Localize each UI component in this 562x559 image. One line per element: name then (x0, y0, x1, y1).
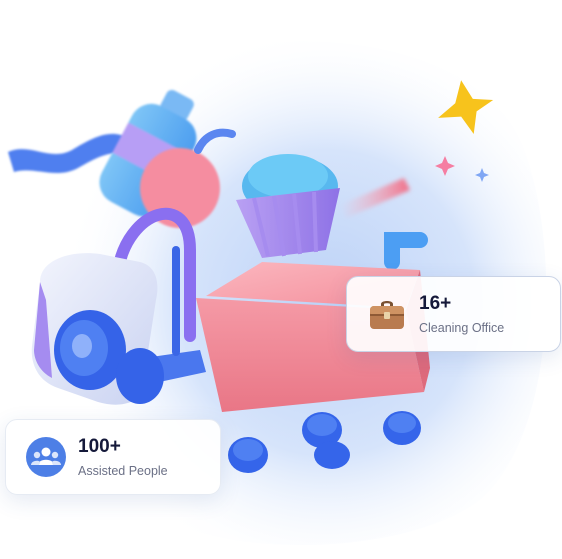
stat-card-cleaning-office: 16+ Cleaning Office (346, 276, 561, 352)
stat-card-assisted-people: 100+ Assisted People (5, 419, 221, 495)
office-label: Cleaning Office (419, 320, 505, 335)
briefcase-icon (370, 301, 404, 329)
people-label: Assisted People (78, 463, 168, 478)
office-count: 16+ (419, 292, 452, 314)
people-count: 100+ (78, 435, 121, 457)
people-group-icon (26, 437, 66, 477)
